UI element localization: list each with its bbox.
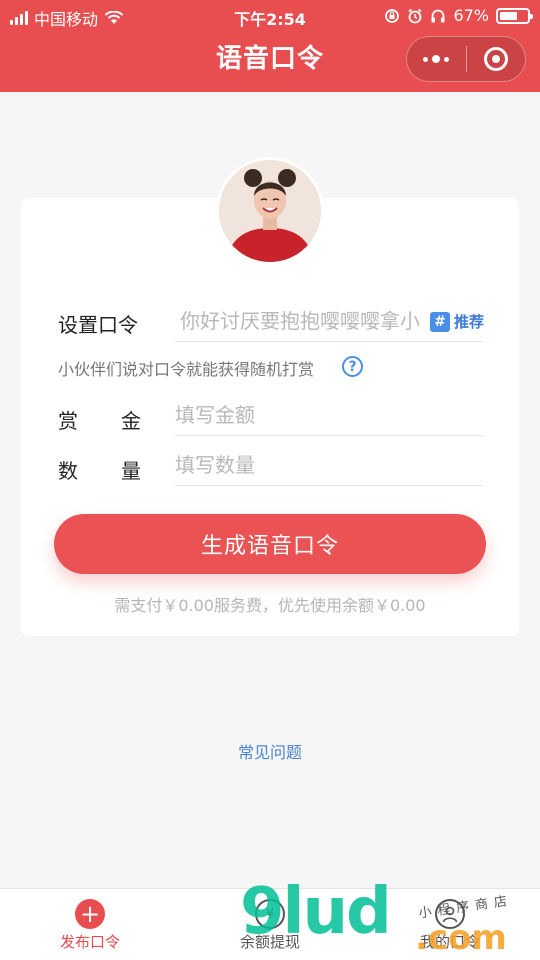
- battery-icon: [496, 7, 533, 24]
- miniprogram-capsule: [406, 36, 526, 82]
- rotation-lock-icon: [385, 8, 400, 23]
- close-button[interactable]: [466, 36, 525, 82]
- quantity-placeholder: 填写数量: [175, 453, 255, 477]
- reward-label: 赏金: [58, 409, 184, 433]
- recommend-button[interactable]: # 推荐: [430, 311, 484, 332]
- plus-icon: +: [75, 899, 105, 929]
- hashtag-icon: #: [430, 311, 450, 332]
- reward-input[interactable]: 填写金额: [175, 392, 483, 436]
- reward-placeholder: 填写金额: [175, 403, 255, 427]
- battery-percent: 67%: [453, 6, 489, 25]
- avatar-image: [219, 160, 321, 262]
- close-target-icon: [483, 47, 508, 71]
- password-placeholder: 你好讨厌要抱抱嘤嘤嘤拿小: [180, 309, 420, 333]
- faq-link[interactable]: 常见问题: [0, 739, 540, 763]
- more-dots-icon: [423, 55, 450, 63]
- tab-publish[interactable]: + 发布口令: [0, 889, 180, 960]
- watermark-suffix: .com: [415, 918, 507, 958]
- more-button[interactable]: [407, 36, 466, 82]
- status-right: 67%: [384, 6, 533, 25]
- password-hint: 小伙伴们说对口令就能获得随机打赏: [58, 360, 315, 379]
- quantity-input[interactable]: 填写数量: [175, 442, 483, 486]
- tab-label: 发布口令: [59, 933, 120, 951]
- battery-level: [500, 11, 518, 20]
- avatar: [219, 160, 321, 262]
- status-bar: 中国移动 下午2:54 67%: [0, 0, 540, 30]
- fee-text: 需支付￥0.00服务费，优先使用余额￥0.00: [114, 596, 426, 615]
- headphones-icon: [431, 9, 445, 22]
- alarm-icon: [408, 8, 422, 23]
- watermark-brand: 9lud: [240, 875, 392, 949]
- password-label: 设置口令: [58, 313, 138, 337]
- app-header: 中国移动 下午2:54 67% 语音口令: [0, 0, 540, 92]
- recommend-label: 推荐: [454, 313, 485, 331]
- quantity-label: 数量: [58, 459, 184, 483]
- generate-button[interactable]: 生成语音口令: [54, 514, 486, 574]
- help-icon[interactable]: ?: [342, 356, 363, 377]
